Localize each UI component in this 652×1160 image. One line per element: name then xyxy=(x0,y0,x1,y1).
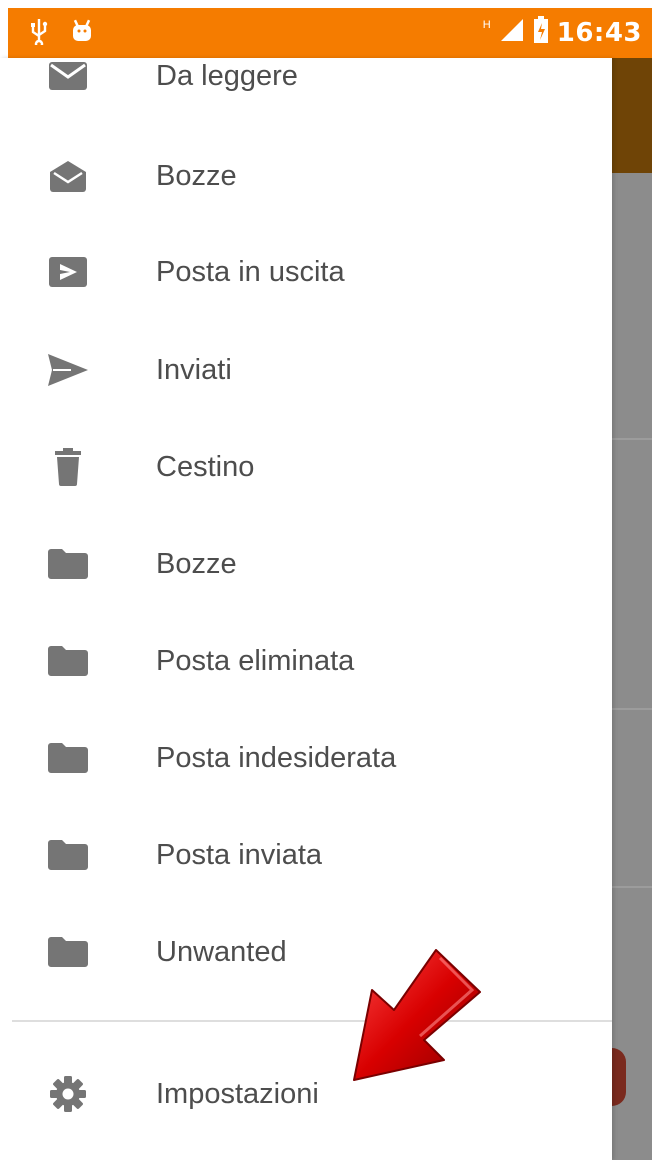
folder-label: Unwanted xyxy=(156,935,287,968)
settings-item[interactable]: Impostazioni xyxy=(0,1046,612,1142)
drawer-divider xyxy=(12,1020,612,1022)
drafts-icon xyxy=(44,152,92,200)
folder-item-unwanted[interactable]: Unwanted xyxy=(0,904,612,1000)
outbox-icon xyxy=(44,248,92,296)
background-toolbar xyxy=(612,58,652,173)
folder-item-posta-indesiderata[interactable]: Posta indesiderata xyxy=(0,710,612,806)
folder-label: Bozze xyxy=(156,547,237,580)
folder-label: Posta in uscita xyxy=(156,255,345,288)
background-divider xyxy=(612,708,652,710)
folder-label: Da leggere xyxy=(156,59,298,92)
folder-label: Posta eliminata xyxy=(156,644,355,677)
folder-item-bozze[interactable]: Bozze xyxy=(0,128,612,224)
folder-icon xyxy=(44,540,92,588)
red-arrow-icon xyxy=(353,949,481,1081)
background-divider xyxy=(612,886,652,888)
background-divider xyxy=(612,438,652,440)
send-icon xyxy=(44,346,92,394)
gear-icon xyxy=(44,1070,92,1118)
folder-label: Posta indesiderata xyxy=(156,741,397,774)
folder-label: Inviati xyxy=(156,353,232,386)
folder-icon xyxy=(44,928,92,976)
folder-item-bozze-2[interactable]: Bozze xyxy=(0,516,612,612)
folder-item-inviati[interactable]: Inviati xyxy=(0,322,612,418)
settings-label: Impostazioni xyxy=(156,1077,319,1110)
folder-icon xyxy=(44,637,92,685)
folder-item-posta-eliminata[interactable]: Posta eliminata xyxy=(0,613,612,709)
folder-label: Bozze xyxy=(156,159,237,192)
folder-icon xyxy=(44,831,92,879)
folder-item-da-leggere[interactable]: Da leggere xyxy=(0,28,612,124)
folder-icon xyxy=(44,734,92,782)
envelope-icon xyxy=(44,52,92,100)
folder-item-posta-in-uscita[interactable]: Posta in uscita xyxy=(0,224,612,320)
trash-icon xyxy=(44,443,92,491)
folder-label: Cestino xyxy=(156,450,255,483)
background-fab xyxy=(612,1048,626,1106)
background-app xyxy=(612,58,652,1160)
folder-label: Posta inviata xyxy=(156,838,323,871)
navigation-drawer: Da leggere Bozze Posta in uscita Inviati… xyxy=(0,58,612,1160)
folder-item-cestino[interactable]: Cestino xyxy=(0,419,612,515)
folder-item-posta-inviata[interactable]: Posta inviata xyxy=(0,807,612,903)
